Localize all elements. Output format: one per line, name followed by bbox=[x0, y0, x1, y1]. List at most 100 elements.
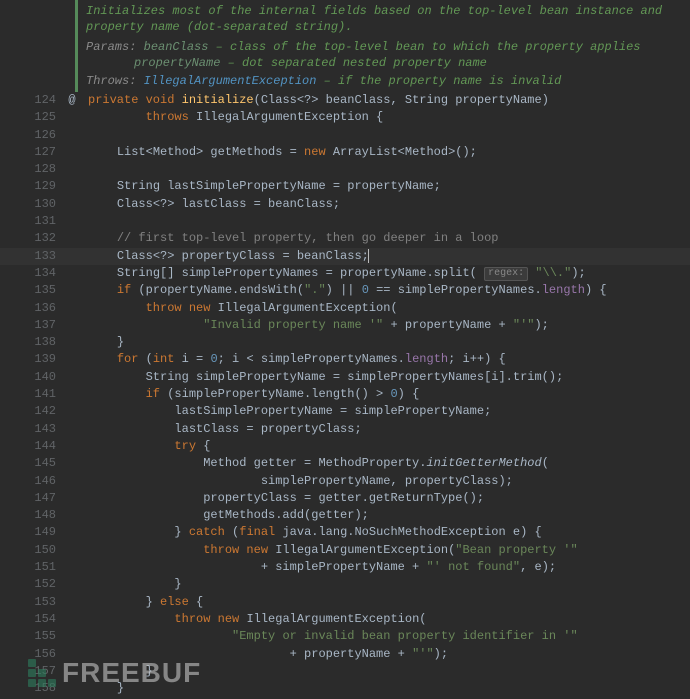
code-line[interactable]: 128 bbox=[0, 161, 690, 178]
line-number[interactable]: 130 bbox=[0, 196, 66, 213]
code-content[interactable]: if (simplePropertyName.length() > 0) { bbox=[78, 386, 690, 403]
code-content[interactable]: propertyClass = getter.getReturnType(); bbox=[78, 490, 690, 507]
code-line[interactable]: 129 String lastSimplePropertyName = prop… bbox=[0, 178, 690, 195]
code-content[interactable]: // first top-level property, then go dee… bbox=[78, 230, 690, 247]
line-number[interactable]: 151 bbox=[0, 559, 66, 576]
code-content[interactable]: throw new IllegalArgumentException( bbox=[78, 611, 690, 628]
code-line[interactable]: 147 propertyClass = getter.getReturnType… bbox=[0, 490, 690, 507]
line-number[interactable]: 141 bbox=[0, 386, 66, 403]
code-area[interactable]: 124@private void initialize(Class<?> bea… bbox=[0, 92, 690, 697]
line-number[interactable]: 139 bbox=[0, 351, 66, 368]
code-content[interactable]: Class<?> lastClass = beanClass; bbox=[78, 196, 690, 213]
line-number[interactable]: 144 bbox=[0, 438, 66, 455]
line-number[interactable]: 132 bbox=[0, 230, 66, 247]
code-content[interactable]: + simplePropertyName + "' not found", e)… bbox=[78, 559, 690, 576]
code-content[interactable]: "Empty or invalid bean property identifi… bbox=[78, 628, 690, 645]
code-content[interactable]: lastSimplePropertyName = simplePropertyN… bbox=[78, 403, 690, 420]
code-content[interactable]: } bbox=[78, 576, 690, 593]
code-content[interactable]: if (propertyName.endsWith(".") || 0 == s… bbox=[78, 282, 690, 299]
code-line[interactable]: 124@private void initialize(Class<?> bea… bbox=[0, 92, 690, 109]
code-content[interactable]: String simplePropertyName = simpleProper… bbox=[78, 369, 690, 386]
code-line[interactable]: 151 + simplePropertyName + "' not found"… bbox=[0, 559, 690, 576]
code-line[interactable]: 125 throws IllegalArgumentException { bbox=[0, 109, 690, 126]
code-line[interactable]: 130 Class<?> lastClass = beanClass; bbox=[0, 196, 690, 213]
code-content[interactable] bbox=[78, 161, 690, 178]
line-number[interactable]: 140 bbox=[0, 369, 66, 386]
line-number[interactable]: 131 bbox=[0, 213, 66, 230]
code-line[interactable]: 155 "Empty or invalid bean property iden… bbox=[0, 628, 690, 645]
line-number[interactable]: 147 bbox=[0, 490, 66, 507]
line-number[interactable]: 128 bbox=[0, 161, 66, 178]
code-line[interactable]: 137 "Invalid property name '" + property… bbox=[0, 317, 690, 334]
code-line[interactable]: 135 if (propertyName.endsWith(".") || 0 … bbox=[0, 282, 690, 299]
code-line[interactable]: 152 } bbox=[0, 576, 690, 593]
line-number[interactable]: 127 bbox=[0, 144, 66, 161]
code-line[interactable]: 153 } else { bbox=[0, 594, 690, 611]
line-number[interactable]: 146 bbox=[0, 473, 66, 490]
line-number[interactable]: 138 bbox=[0, 334, 66, 351]
line-number[interactable]: 129 bbox=[0, 178, 66, 195]
line-number[interactable]: 155 bbox=[0, 628, 66, 645]
code-content[interactable]: } else { bbox=[78, 594, 690, 611]
code-content[interactable]: lastClass = propertyClass; bbox=[78, 421, 690, 438]
line-number[interactable]: 137 bbox=[0, 317, 66, 334]
change-marker bbox=[66, 542, 78, 559]
code-line[interactable]: 139 for (int i = 0; i < simplePropertyNa… bbox=[0, 351, 690, 368]
code-content[interactable] bbox=[78, 213, 690, 230]
code-line[interactable]: 146 simplePropertyName, propertyClass); bbox=[0, 473, 690, 490]
code-content[interactable]: String lastSimplePropertyName = property… bbox=[78, 178, 690, 195]
line-number[interactable]: 142 bbox=[0, 403, 66, 420]
code-content[interactable]: simplePropertyName, propertyClass); bbox=[78, 473, 690, 490]
line-number[interactable]: 135 bbox=[0, 282, 66, 299]
code-line[interactable]: 132 // first top-level property, then go… bbox=[0, 230, 690, 247]
code-content[interactable]: for (int i = 0; i < simplePropertyNames.… bbox=[78, 351, 690, 368]
code-line[interactable]: 126 bbox=[0, 127, 690, 144]
code-line[interactable]: 148 getMethods.add(getter); bbox=[0, 507, 690, 524]
code-line[interactable]: 134 String[] simplePropertyNames = prope… bbox=[0, 265, 690, 282]
code-line[interactable]: 144 try { bbox=[0, 438, 690, 455]
code-content[interactable]: getMethods.add(getter); bbox=[78, 507, 690, 524]
throws-exception[interactable]: IllegalArgumentException bbox=[144, 74, 317, 88]
code-line[interactable]: 136 throw new IllegalArgumentException( bbox=[0, 300, 690, 317]
code-content[interactable]: throws IllegalArgumentException { bbox=[78, 109, 690, 126]
code-line[interactable]: 133 Class<?> propertyClass = beanClass; bbox=[0, 248, 690, 265]
code-content[interactable]: } bbox=[78, 334, 690, 351]
code-line[interactable]: 143 lastClass = propertyClass; bbox=[0, 421, 690, 438]
code-line[interactable]: 150 throw new IllegalArgumentException("… bbox=[0, 542, 690, 559]
code-line[interactable]: 131 bbox=[0, 213, 690, 230]
code-line[interactable]: 154 throw new IllegalArgumentException( bbox=[0, 611, 690, 628]
line-number[interactable]: 148 bbox=[0, 507, 66, 524]
line-number[interactable]: 136 bbox=[0, 300, 66, 317]
code-content[interactable]: "Invalid property name '" + propertyName… bbox=[78, 317, 690, 334]
code-content[interactable] bbox=[78, 127, 690, 144]
line-number[interactable]: 149 bbox=[0, 524, 66, 541]
code-content[interactable]: Method getter = MethodProperty.initGette… bbox=[78, 455, 690, 472]
line-number[interactable]: 153 bbox=[0, 594, 66, 611]
code-line[interactable]: 142 lastSimplePropertyName = simplePrope… bbox=[0, 403, 690, 420]
code-content[interactable]: Class<?> propertyClass = beanClass; bbox=[78, 248, 690, 265]
code-line[interactable]: 141 if (simplePropertyName.length() > 0)… bbox=[0, 386, 690, 403]
line-number[interactable]: 152 bbox=[0, 576, 66, 593]
code-line[interactable]: 140 String simplePropertyName = simplePr… bbox=[0, 369, 690, 386]
code-content[interactable]: private void initialize(Class<?> beanCla… bbox=[78, 92, 690, 109]
code-content[interactable]: throw new IllegalArgumentException( bbox=[78, 300, 690, 317]
code-line[interactable]: 127 List<Method> getMethods = new ArrayL… bbox=[0, 144, 690, 161]
line-number[interactable]: 124 bbox=[0, 92, 66, 109]
code-line[interactable]: 149 } catch (final java.lang.NoSuchMetho… bbox=[0, 524, 690, 541]
code-content[interactable]: List<Method> getMethods = new ArrayList<… bbox=[78, 144, 690, 161]
line-number[interactable]: 154 bbox=[0, 611, 66, 628]
line-number[interactable]: 126 bbox=[0, 127, 66, 144]
code-content[interactable]: throw new IllegalArgumentException("Bean… bbox=[78, 542, 690, 559]
code-content[interactable]: try { bbox=[78, 438, 690, 455]
code-line[interactable]: 138 } bbox=[0, 334, 690, 351]
param-desc: – class of the top-level bean to which t… bbox=[216, 40, 641, 54]
line-number[interactable]: 150 bbox=[0, 542, 66, 559]
line-number[interactable]: 125 bbox=[0, 109, 66, 126]
code-line[interactable]: 145 Method getter = MethodProperty.initG… bbox=[0, 455, 690, 472]
line-number[interactable]: 145 bbox=[0, 455, 66, 472]
code-content[interactable]: String[] simplePropertyNames = propertyN… bbox=[78, 265, 690, 282]
line-number[interactable]: 134 bbox=[0, 265, 66, 282]
line-number[interactable]: 133 bbox=[0, 248, 66, 265]
code-content[interactable]: } catch (final java.lang.NoSuchMethodExc… bbox=[78, 524, 690, 541]
line-number[interactable]: 143 bbox=[0, 421, 66, 438]
